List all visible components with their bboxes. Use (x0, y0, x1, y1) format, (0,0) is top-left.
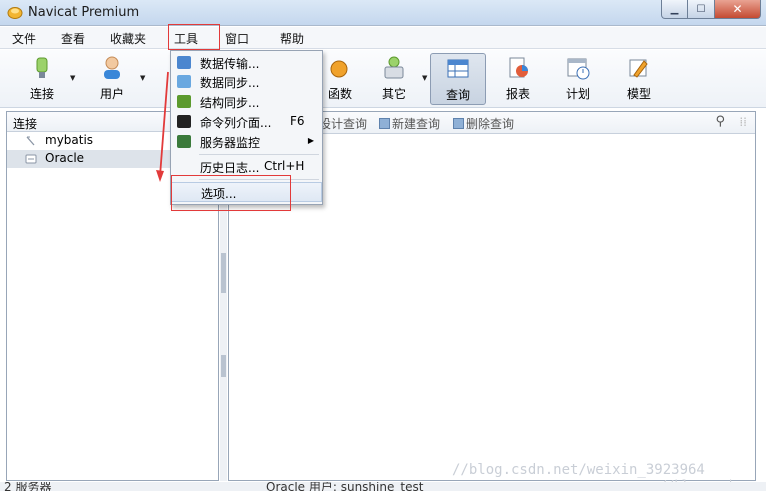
menu-favorites[interactable]: 收藏夹 (110, 30, 146, 47)
schedule-button[interactable]: 计划 (550, 53, 606, 105)
new-query-button[interactable]: 新建查询 (379, 115, 440, 132)
other-button[interactable]: 其它 (366, 53, 422, 105)
console-icon (177, 115, 191, 128)
menu-item-structure-sync[interactable]: 结构同步... (171, 92, 322, 111)
window-title: Navicat Premium (28, 5, 140, 20)
structure-sync-label: 结构同步... (200, 96, 260, 110)
schedule-label: 计划 (565, 87, 590, 101)
data-sync-icon (177, 75, 191, 88)
other-label: 其它 (381, 87, 406, 101)
status-server-count: 2 服务器 (4, 482, 52, 491)
options-highlight-box (171, 175, 291, 211)
submenu-arrow-icon: ▶ (307, 136, 314, 145)
new-query-label: 新建查询 (392, 117, 441, 131)
command-line-shortcut: F6 (290, 114, 305, 128)
connect-button[interactable]: 连接 (14, 53, 70, 105)
title-bar: Navicat Premium ▁ ☐ ✕ (0, 0, 766, 26)
window-controls: ▁ ☐ ✕ (661, 0, 761, 19)
report-button[interactable]: 报表 (490, 53, 546, 105)
menu-bar: 文件 查看 收藏夹 工具 窗口 帮助 (0, 27, 766, 49)
menu-window[interactable]: 窗口 (225, 30, 249, 47)
server-monitor-icon (177, 135, 191, 148)
function-label: 函数 (327, 87, 352, 101)
user-label: 用户 (99, 87, 124, 101)
menu-item-history-log[interactable]: 历史日志... Ctrl+H (171, 157, 322, 176)
user-icon (104, 56, 120, 79)
model-label: 模型 (626, 87, 651, 101)
maximize-button[interactable]: ☐ (688, 0, 715, 19)
user-button[interactable]: 用户 (84, 53, 140, 105)
user-dropdown-arrow-icon[interactable]: ▼ (140, 74, 145, 82)
menu-item-command-line[interactable]: 命令列介面... F6 (171, 112, 322, 131)
splitter-grip[interactable] (221, 253, 226, 293)
view-toggle-icon[interactable]: ⁞⁞ (739, 115, 747, 129)
connect-label: 连接 (29, 87, 54, 101)
main-toolbar: 连接 ▼ 用户 ▼ 函数 其它 ▼ 查询 报表 计划 模型 (0, 50, 766, 108)
query-table-icon (447, 59, 469, 78)
status-bar: 2 服务器 Oracle 用户: sunshine_test (0, 482, 766, 491)
menu-item-data-transfer[interactable]: 数据传输... (171, 53, 322, 72)
history-log-shortcut: Ctrl+H (264, 159, 305, 173)
mysql-connection-icon (26, 136, 35, 146)
data-transfer-icon (177, 56, 191, 69)
connection-label-mybatis: mybatis (45, 133, 94, 147)
history-log-label: 历史日志... (200, 161, 260, 175)
data-transfer-label: 数据传输... (200, 57, 260, 71)
schedule-calendar-icon (567, 58, 590, 80)
search-icon[interactable]: ⚲ (715, 114, 725, 129)
command-line-label: 命令列介面... (200, 116, 272, 130)
menu-view[interactable]: 查看 (61, 30, 85, 47)
model-icon (629, 59, 648, 78)
delete-query-button[interactable]: 删除查询 (453, 115, 514, 132)
design-query-button[interactable]: 设计查询 (319, 115, 367, 132)
delete-query-label: 删除查询 (466, 117, 515, 131)
splitter-grip-lower[interactable] (221, 355, 226, 377)
server-monitor-label: 服务器监控 (200, 136, 261, 150)
menu-separator (199, 154, 319, 155)
close-button[interactable]: ✕ (715, 0, 761, 19)
function-icon (330, 60, 348, 78)
report-icon (509, 57, 528, 78)
menu-file[interactable]: 文件 (12, 30, 36, 47)
connect-dropdown-arrow-icon[interactable]: ▼ (70, 74, 75, 82)
oracle-connection-icon (25, 154, 37, 164)
watermark-text: //blog.csdn.net/weixin_3923964 (452, 462, 705, 478)
design-query-label: 设计查询 (319, 117, 368, 131)
other-dropdown-arrow-icon[interactable]: ▼ (422, 74, 427, 82)
plug-icon (36, 57, 48, 78)
tools-highlight-box (168, 24, 220, 50)
report-label: 报表 (505, 87, 530, 101)
menu-item-data-sync[interactable]: 数据同步... (171, 72, 322, 91)
status-connection-info: Oracle 用户: sunshine_test (266, 482, 424, 491)
menu-item-server-monitor[interactable]: 服务器监控 ▶ (171, 132, 322, 151)
other-icon (384, 56, 404, 79)
model-button[interactable]: 模型 (611, 53, 667, 105)
query-label: 查询 (445, 88, 470, 102)
menu-help[interactable]: 帮助 (280, 30, 304, 47)
connection-label-oracle: Oracle (45, 151, 85, 165)
query-button[interactable]: 查询 (430, 53, 486, 105)
data-sync-label: 数据同步... (200, 76, 260, 90)
delete-query-icon (453, 118, 464, 129)
navicat-logo-icon (7, 7, 23, 19)
structure-sync-icon (177, 95, 191, 108)
minimize-button[interactable]: ▁ (661, 0, 688, 19)
new-query-icon (379, 118, 390, 129)
